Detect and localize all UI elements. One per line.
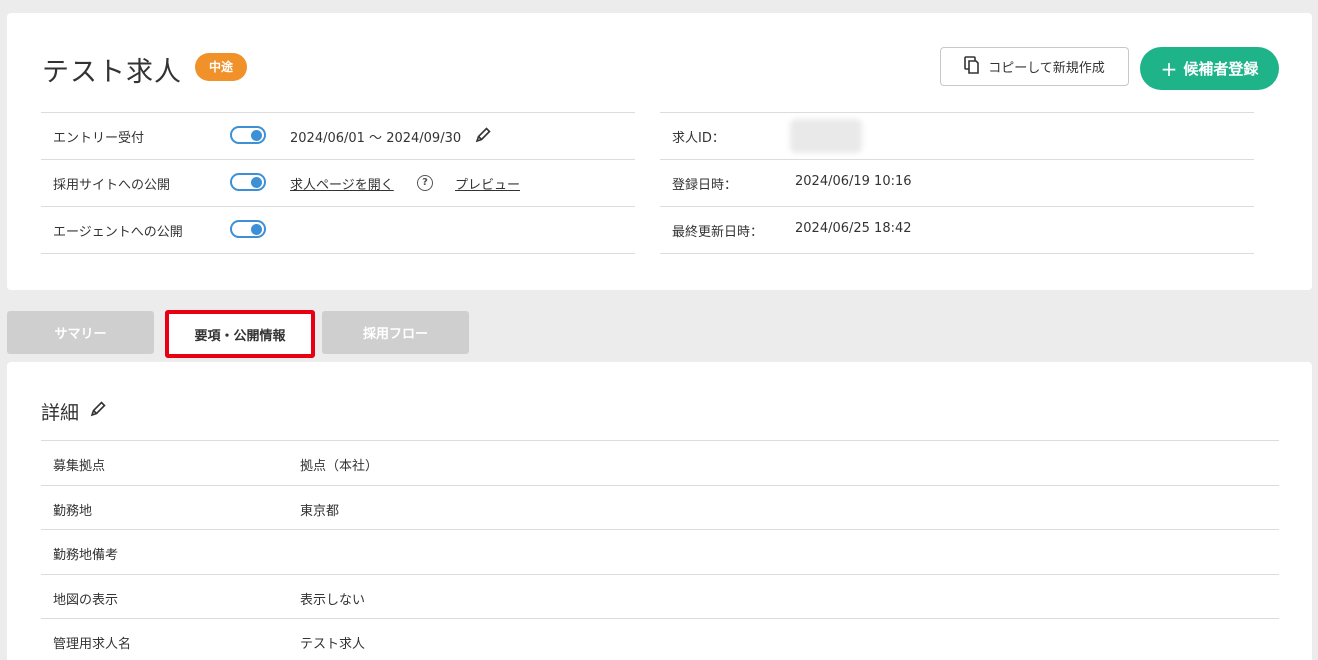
job-meta-table: 求人ID： 登録日時： 2024/06/19 10:16 最終更新日時： 202… — [660, 112, 1254, 254]
detail-card: 詳細 募集拠点 拠点（本社） 勤務地 東京都 勤務地備考 地図の表示 表示しない… — [7, 362, 1312, 660]
row-value: 東京都 — [300, 503, 340, 519]
site-publish-toggle[interactable] — [230, 173, 266, 191]
table-row: 勤務地 東京都 — [41, 486, 1279, 530]
updated-label: 最終更新日時： — [672, 225, 764, 240]
pencil-icon[interactable] — [474, 126, 492, 148]
agent-publish-toggle[interactable] — [230, 220, 266, 238]
entry-row: エントリー受付 2024/06/01 ～ 2024/09/30 — [41, 113, 635, 160]
publication-status-table: エントリー受付 2024/06/01 ～ 2024/09/30 採用サイトへの公… — [41, 112, 635, 254]
site-publish-row: 採用サイトへの公開 求人ページを開く ? プレビュー — [41, 160, 635, 207]
page-title: テスト求人 — [42, 57, 182, 88]
plus-icon: + — [1160, 56, 1178, 81]
agent-publish-row: エージェントへの公開 — [41, 207, 635, 254]
tab-selection-flow[interactable]: 採用フロー — [322, 311, 469, 354]
job-type-badge: 中途 — [195, 53, 248, 81]
row-label: 管理用求人名 — [53, 637, 132, 652]
site-publish-label: 採用サイトへの公開 — [53, 178, 171, 193]
row-label: 勤務地 — [53, 503, 93, 519]
table-row: 管理用求人名 テスト求人 — [41, 619, 1279, 660]
add-candidate-label: 候補者登録 — [1183, 60, 1259, 78]
job-summary-card: テスト求人 中途 コピーして新規作成 + 候補者登録 エントリー受付 2024/… — [7, 13, 1312, 290]
preview-link[interactable]: プレビュー — [455, 174, 520, 193]
registered-row: 登録日時： 2024/06/19 10:16 — [660, 160, 1254, 207]
row-label: 募集拠点 — [53, 459, 106, 474]
detail-title-label: 詳細 — [41, 402, 80, 424]
job-id-redacted — [790, 119, 862, 153]
question-icon[interactable]: ? — [417, 174, 433, 191]
entry-label: エントリー受付 — [53, 131, 145, 146]
detail-section-title: 詳細 — [41, 398, 107, 425]
updated-value: 2024/06/25 18:42 — [795, 221, 912, 236]
row-value: テスト求人 — [300, 637, 366, 652]
copy-new-label: コピーして新規作成 — [988, 61, 1105, 76]
tab-requirements[interactable]: 要項・公開情報 — [165, 310, 315, 358]
updated-row: 最終更新日時： 2024/06/25 18:42 — [660, 207, 1254, 254]
detail-table: 募集拠点 拠点（本社） 勤務地 東京都 勤務地備考 地図の表示 表示しない 管理… — [41, 440, 1279, 660]
registered-value: 2024/06/19 10:16 — [795, 174, 912, 189]
copy-icon — [964, 55, 980, 78]
add-candidate-button[interactable]: + 候補者登録 — [1140, 47, 1279, 90]
open-job-page-link[interactable]: 求人ページを開く — [290, 174, 394, 193]
agent-publish-label: エージェントへの公開 — [53, 225, 183, 240]
row-label: 地図の表示 — [53, 592, 119, 608]
table-row: 募集拠点 拠点（本社） — [41, 441, 1279, 486]
registered-label: 登録日時： — [672, 178, 738, 193]
table-row: 勤務地備考 — [41, 530, 1279, 575]
tab-summary[interactable]: サマリー — [7, 311, 154, 354]
row-value: 表示しない — [300, 592, 366, 608]
copy-new-button[interactable]: コピーして新規作成 — [940, 47, 1129, 86]
row-label: 勤務地備考 — [53, 548, 119, 563]
entry-toggle[interactable] — [230, 126, 266, 144]
job-id-row: 求人ID： — [660, 113, 1254, 160]
table-row: 地図の表示 表示しない — [41, 575, 1279, 619]
job-id-label: 求人ID： — [672, 131, 725, 146]
entry-period: 2024/06/01 ～ 2024/09/30 — [290, 131, 462, 146]
row-value: 拠点（本社） — [300, 459, 379, 474]
pencil-icon[interactable] — [89, 400, 107, 423]
